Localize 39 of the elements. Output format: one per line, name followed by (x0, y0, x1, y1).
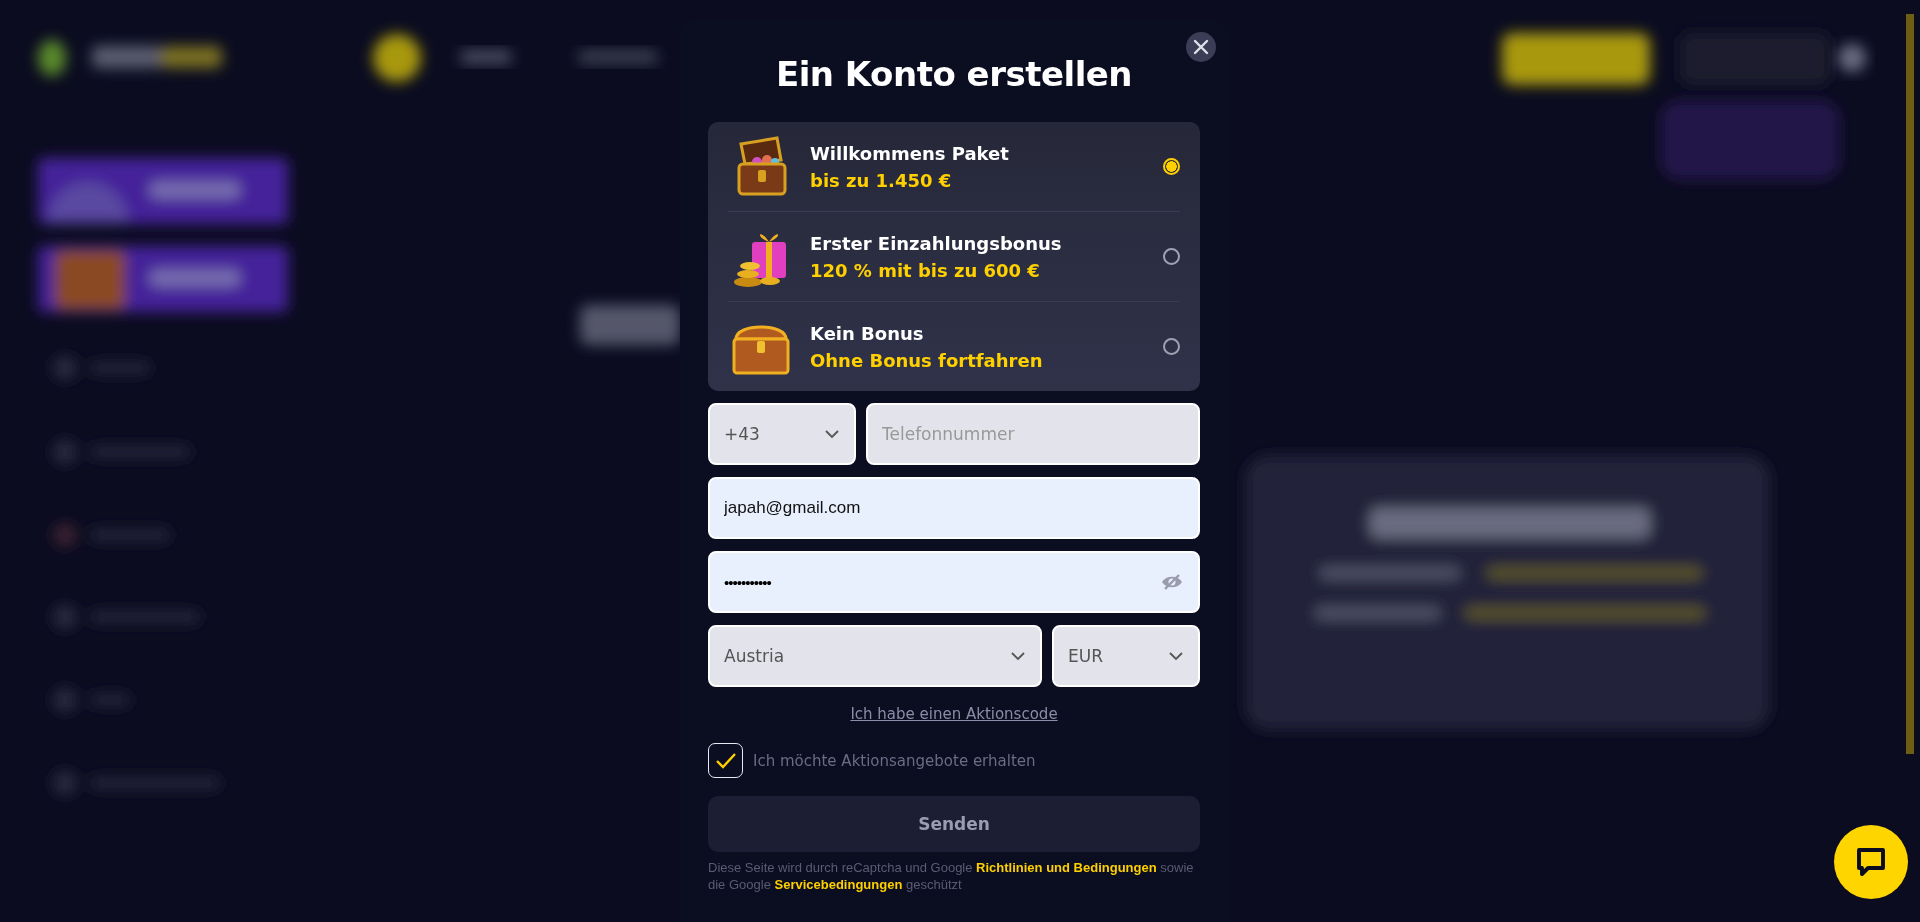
country-code: +43 (724, 424, 760, 444)
country-value: Austria (724, 646, 785, 666)
bonus-amount: 120 % mit bis zu 600 € (810, 259, 1041, 281)
phone-field[interactable]: Telefonnummer (866, 403, 1200, 465)
currency-select[interactable]: EUR (1052, 625, 1200, 687)
close-button[interactable] (1186, 32, 1216, 62)
blurred-nav-item (460, 50, 512, 64)
radio-button[interactable] (1163, 248, 1180, 265)
close-icon (1192, 38, 1210, 56)
bonus-option[interactable]: Kein Bonus Ohne Bonus fortfahren (728, 302, 1180, 391)
chevron-down-icon (1168, 651, 1184, 661)
currency-value: EUR (1068, 646, 1103, 666)
password-value: ••••••••••• (724, 573, 771, 591)
bonus-title: Willkommens Paket (810, 142, 1010, 164)
bonus-option[interactable]: Erster Einzahlungsbonus 120 % mit bis zu 600 € (728, 212, 1180, 302)
bonus-title: Erster Einzahlungsbonus (810, 232, 1063, 254)
blurred-avatar (1838, 44, 1866, 72)
bonus-title: Kein Bonus (810, 322, 925, 344)
radio-button[interactable] (1163, 338, 1180, 355)
terms-link[interactable]: Richtlinien und Bedingungen (976, 860, 1157, 875)
radio-button[interactable] (1163, 158, 1180, 175)
submit-button[interactable]: Senden (708, 796, 1200, 852)
country-code-select[interactable]: +43 (708, 403, 856, 465)
checkbox-label: Ich möchte Aktionsangebote erhalten (753, 751, 1036, 770)
country-select[interactable]: Austria (708, 625, 1042, 687)
bonus-amount: Ohne Bonus fortfahren (810, 349, 1044, 371)
bonus-amount: bis zu 1.450 € (810, 169, 953, 191)
chevron-down-icon (824, 429, 840, 439)
recaptcha-notice: Diese Seite wird durch reCaptcha und Google Richtlinien und Bedingungen sowie die Google Servicebedingungen geschützt (708, 860, 1195, 894)
promo-code-link[interactable]: Ich habe einen Aktionscode (850, 705, 1058, 723)
blurred-coin-icon (373, 34, 421, 82)
password-field[interactable]: ••••••••••• (708, 551, 1200, 613)
dialog-title: Ein Konto erstellen (774, 54, 1134, 94)
bonus-option[interactable]: Willkommens Paket bis zu 1.450 € (728, 122, 1180, 212)
chevron-down-icon (1010, 651, 1026, 661)
checkbox[interactable] (708, 743, 743, 778)
email-field[interactable]: japah@gmail.com (708, 477, 1200, 539)
terms-link[interactable]: Servicebedingungen (774, 876, 903, 892)
scrollbar[interactable] (1906, 14, 1914, 754)
